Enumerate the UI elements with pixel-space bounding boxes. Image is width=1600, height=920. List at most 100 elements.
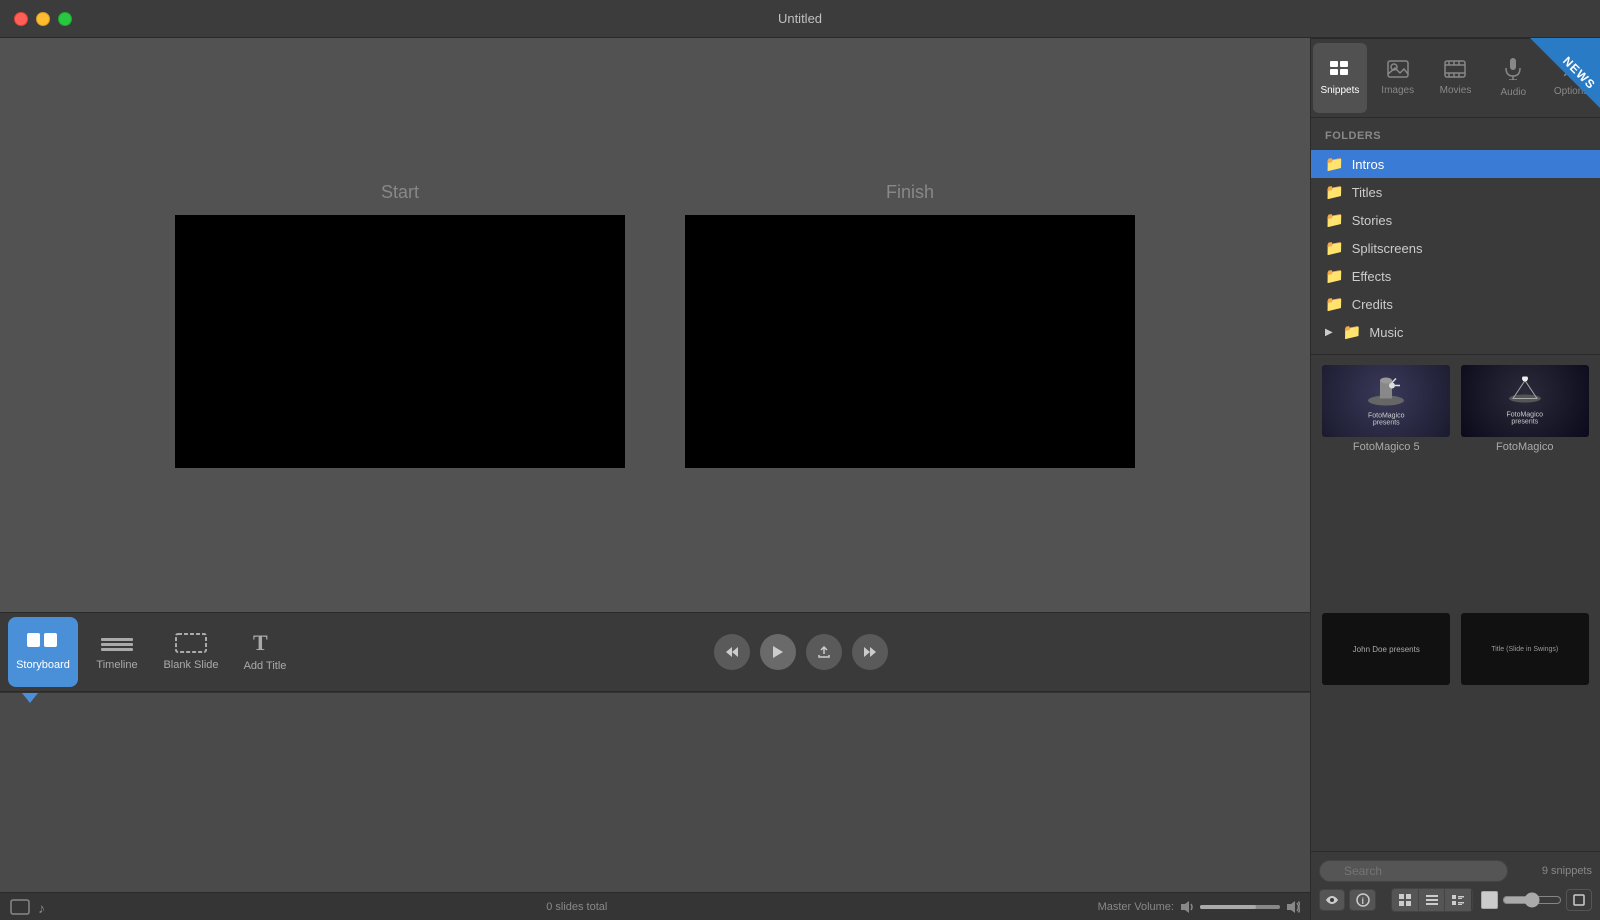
folders-section: FOLDERS 📁 Intros 📁 Titles 📁 Stories 📁 Sp…: [1311, 118, 1600, 355]
snippet-present-content-1: FotoMagico presents: [1354, 376, 1418, 427]
status-bar: ♪ 0 slides total Master Volume:: [0, 892, 1310, 920]
color-swatch-button[interactable]: [1481, 891, 1498, 909]
folder-label-intros: Intros: [1352, 157, 1385, 172]
snippet-present-content-2: FotoMagico presents: [1493, 377, 1557, 426]
folder-icon-splitscreens: 📁: [1325, 239, 1344, 257]
folder-label-effects: Effects: [1352, 269, 1392, 284]
info-button[interactable]: i: [1349, 889, 1375, 911]
slide-icon: [10, 899, 30, 915]
add-title-button[interactable]: T Add Title: [230, 617, 300, 687]
storyboard-label: Storyboard: [16, 659, 70, 671]
add-title-label: Add Title: [244, 660, 287, 672]
storyboard-icon: [27, 633, 59, 653]
folder-icon-intros: 📁: [1325, 155, 1344, 173]
search-wrapper: 🔍: [1319, 860, 1536, 882]
folder-label-splitscreens: Splitscreens: [1352, 241, 1423, 256]
grid-view-button[interactable]: [1392, 889, 1418, 911]
folder-label-stories: Stories: [1352, 213, 1392, 228]
folder-icon-music: 📁: [1343, 323, 1362, 341]
snippets-grid: FotoMagico presents FotoMagico 5: [1311, 355, 1600, 851]
folder-icon-stories: 📁: [1325, 211, 1344, 229]
tab-snippets[interactable]: Snippets: [1313, 43, 1367, 113]
volume-fill: [1200, 905, 1256, 909]
sidebar-structure: Snippets Images Movies Audio Options NEW…: [1311, 38, 1600, 920]
folders-header: FOLDERS: [1311, 126, 1600, 150]
folder-item-music[interactable]: ▶ 📁 Music: [1311, 318, 1600, 346]
storyboard-button[interactable]: Storyboard: [8, 617, 78, 687]
rewind-button[interactable]: [714, 634, 750, 670]
slides-count: 0 slides total: [546, 901, 607, 913]
start-panel: Start: [175, 182, 625, 468]
list-view-button[interactable]: [1419, 889, 1445, 911]
snippet-thumb-3: John Doe presents: [1322, 613, 1450, 685]
snippets-icon: [1329, 60, 1351, 81]
audio-icon: [1504, 58, 1522, 83]
traffic-lights: [14, 12, 72, 26]
play-icon: [772, 645, 784, 659]
title-bar: Untitled: [0, 0, 1600, 38]
snippet-item-2[interactable]: FotoMagico presents FotoMagico: [1460, 365, 1591, 605]
volume-icon: [1180, 900, 1194, 914]
volume-slider[interactable]: [1200, 905, 1280, 909]
fit-button[interactable]: [1566, 889, 1592, 911]
minimize-button[interactable]: [36, 12, 50, 26]
snippet-thumb-2: FotoMagico presents: [1461, 365, 1589, 437]
start-label: Start: [381, 182, 419, 203]
folder-item-titles[interactable]: 📁 Titles: [1311, 178, 1600, 206]
share-icon: [817, 645, 831, 659]
close-button[interactable]: [14, 12, 28, 26]
spotlight-icon: [1507, 377, 1543, 405]
info-icon: i: [1356, 893, 1370, 907]
tab-movies[interactable]: Movies: [1429, 43, 1483, 113]
window-title: Untitled: [778, 11, 822, 26]
snippet-thumb-4: Title (Slide in Swings): [1461, 613, 1589, 685]
maximize-button[interactable]: [58, 12, 72, 26]
snippet-item-1[interactable]: FotoMagico presents FotoMagico 5: [1321, 365, 1452, 605]
blank-slide-button[interactable]: Blank Slide: [156, 617, 226, 687]
search-input[interactable]: [1319, 860, 1508, 882]
fit-icon: [1573, 894, 1585, 906]
eye-button[interactable]: [1319, 889, 1345, 911]
statusbar-right: Master Volume:: [1098, 900, 1300, 914]
eye-icon: [1325, 895, 1339, 905]
search-row: 🔍 9 snippets: [1319, 860, 1592, 882]
folder-icon-credits: 📁: [1325, 295, 1344, 313]
play-button[interactable]: [760, 634, 796, 670]
rewind-icon: [725, 645, 739, 659]
svg-text:T: T: [253, 632, 268, 654]
folder-item-credits[interactable]: 📁 Credits: [1311, 290, 1600, 318]
images-icon: [1387, 60, 1409, 81]
center-panel: Start Finish Storyboard: [0, 38, 1310, 920]
audio-tab-label: Audio: [1501, 87, 1527, 98]
movies-tab-label: Movies: [1440, 85, 1472, 96]
folder-icon-titles: 📁: [1325, 183, 1344, 201]
folder-item-splitscreens[interactable]: 📁 Splitscreens: [1311, 234, 1600, 262]
zoom-slider[interactable]: [1502, 893, 1562, 907]
storyboard-area[interactable]: [0, 692, 1310, 892]
timeline-button[interactable]: Timeline: [82, 617, 152, 687]
snippet-item-3[interactable]: John Doe presents: [1321, 613, 1452, 841]
detail-view-button[interactable]: [1445, 889, 1471, 911]
add-title-icon: T: [253, 632, 277, 654]
snippets-tab-label: Snippets: [1320, 85, 1359, 96]
timeline-indicator: [22, 693, 38, 703]
blank-slide-label: Blank Slide: [163, 659, 218, 671]
folder-item-effects[interactable]: 📁 Effects: [1311, 262, 1600, 290]
statusbar-left: ♪: [10, 899, 56, 915]
svg-text:♪: ♪: [38, 900, 45, 915]
folder-icon-effects: 📁: [1325, 267, 1344, 285]
share-button[interactable]: [806, 634, 842, 670]
tab-images[interactable]: Images: [1371, 43, 1425, 113]
tab-audio[interactable]: Audio: [1486, 43, 1540, 113]
finish-screen: [685, 215, 1135, 468]
fastforward-button[interactable]: [852, 634, 888, 670]
folder-label-credits: Credits: [1352, 297, 1393, 312]
snippet-item-4[interactable]: Title (Slide in Swings): [1460, 613, 1591, 841]
volume-max-icon: [1286, 900, 1300, 914]
svg-text:i: i: [1361, 896, 1364, 906]
sidebar-bottom: 🔍 9 snippets i: [1311, 851, 1600, 920]
folder-item-stories[interactable]: 📁 Stories: [1311, 206, 1600, 234]
folder-item-intros[interactable]: 📁 Intros: [1311, 150, 1600, 178]
music-icon: ♪: [38, 899, 56, 915]
list-icon: [1426, 894, 1438, 906]
